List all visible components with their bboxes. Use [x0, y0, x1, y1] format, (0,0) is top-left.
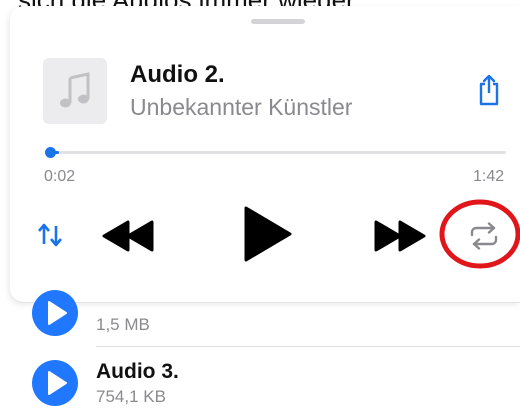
track-title: Audio 2. — [130, 61, 225, 88]
play-circle-icon[interactable] — [32, 290, 78, 336]
play-glyph-icon — [48, 301, 67, 325]
total-duration: 1:42 — [473, 168, 505, 185]
play-glyph-icon — [48, 371, 67, 395]
highlight-circle — [439, 199, 520, 269]
elapsed-time: 0:02 — [44, 168, 76, 185]
fast-forward-icon[interactable] — [372, 218, 428, 254]
list-item-size: 754,1 KB — [96, 387, 166, 406]
play-circle-icon[interactable] — [32, 360, 78, 406]
list-divider — [96, 346, 520, 347]
list-item-size: 1,5 MB — [96, 315, 150, 334]
sheet-grabber[interactable] — [251, 19, 305, 24]
track-artist: Unbekannter Künstler — [130, 94, 353, 120]
album-artwork — [43, 58, 107, 124]
list-item-title: Audio 3. — [96, 360, 179, 383]
list-item[interactable]: Audio 3. 754,1 KB — [0, 354, 520, 410]
rewind-icon[interactable] — [100, 218, 156, 254]
progress-knob[interactable] — [45, 147, 56, 158]
progress-bar[interactable] — [50, 151, 506, 154]
list-item[interactable]: 1,5 MB — [0, 290, 520, 356]
play-icon[interactable] — [240, 204, 294, 264]
music-note-icon — [60, 72, 90, 108]
sort-arrows-icon[interactable] — [36, 222, 64, 248]
share-icon[interactable] — [476, 73, 502, 107]
